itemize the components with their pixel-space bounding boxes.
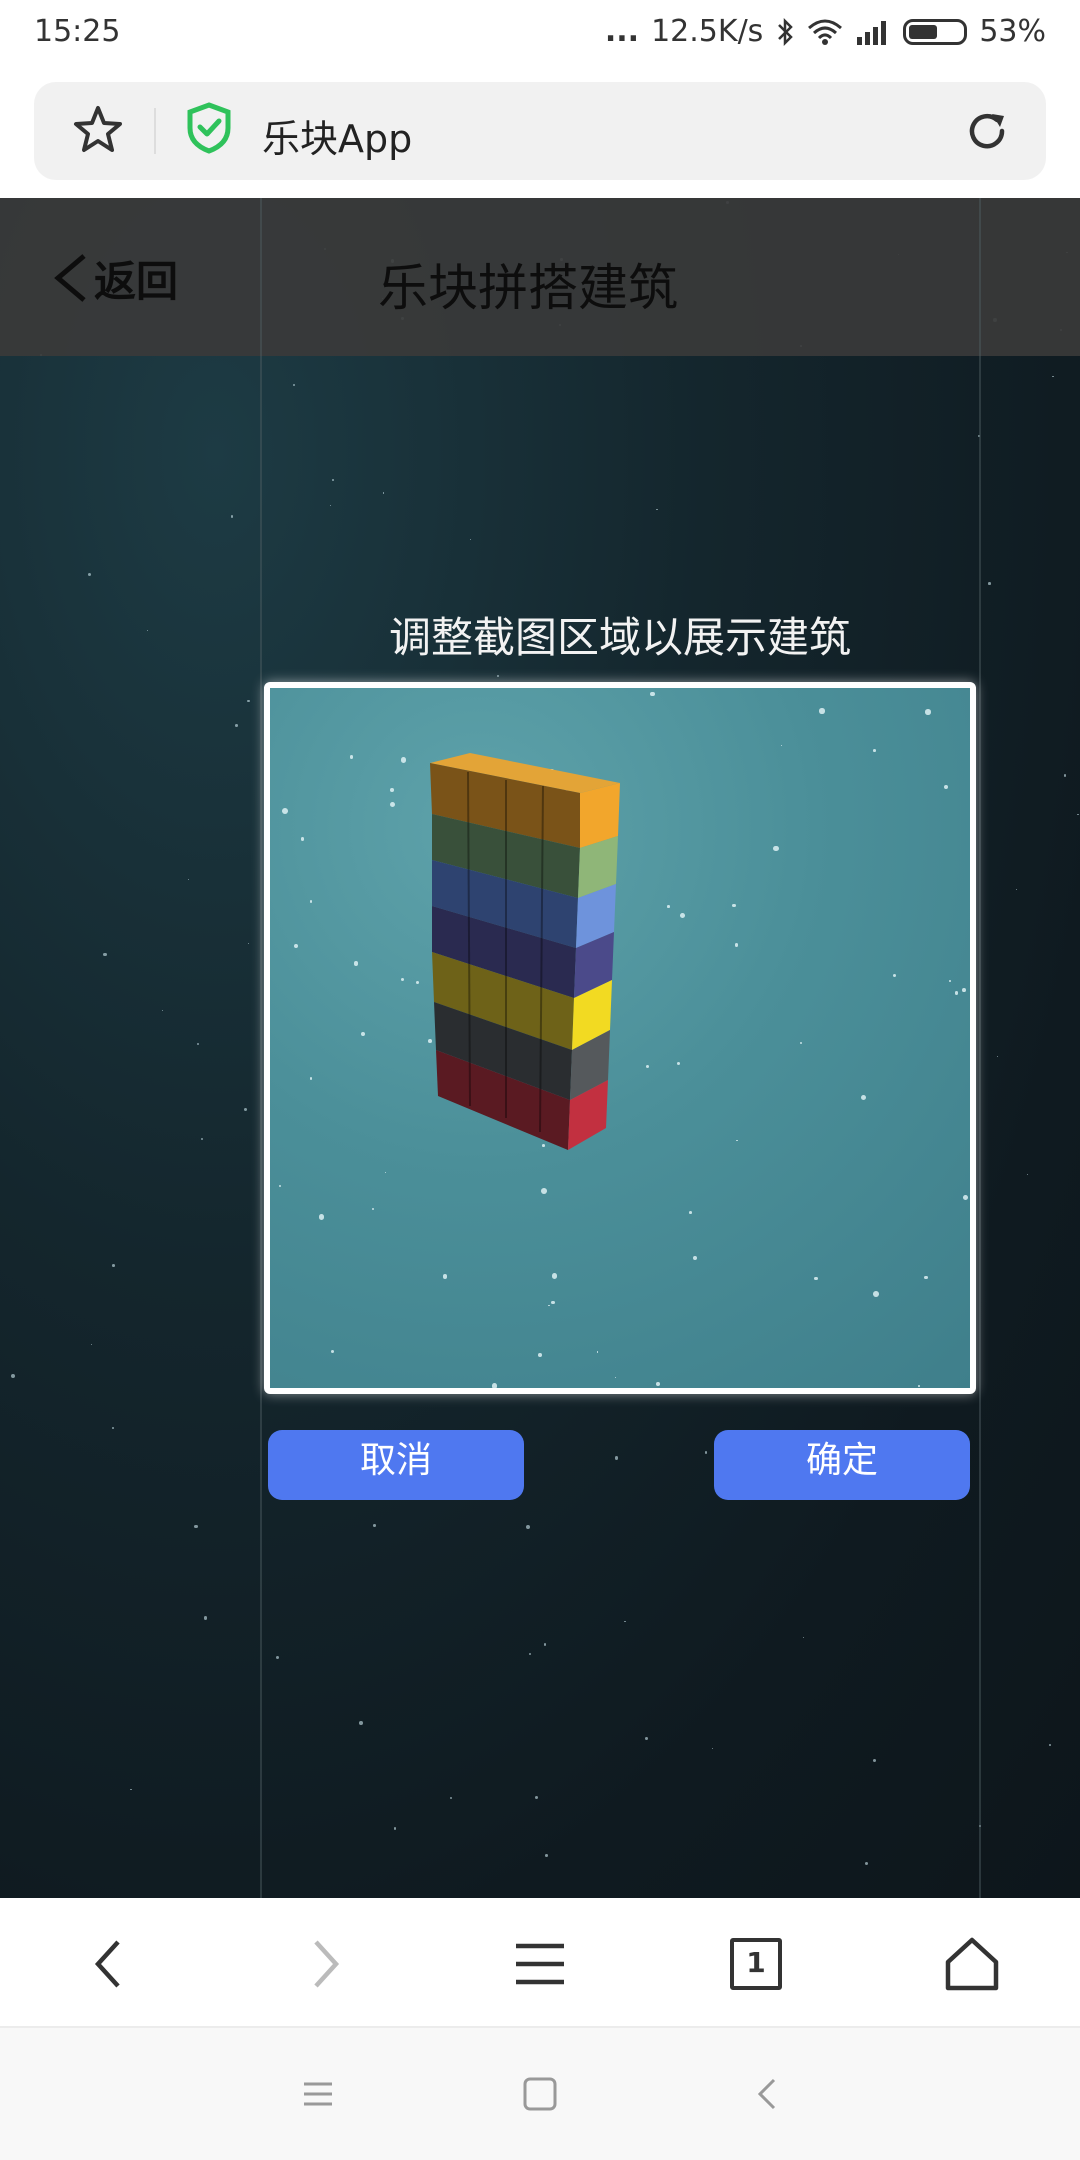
address-divider (154, 108, 156, 154)
star-dot (247, 699, 250, 702)
star-dot (112, 1263, 116, 1267)
back-icon[interactable] (80, 1934, 140, 1994)
star-dot (162, 1010, 164, 1012)
more-dots: ... (604, 14, 640, 49)
crop-guide-right (979, 198, 981, 1898)
network-speed: 12.5K/s (651, 14, 764, 49)
star-dot (194, 1524, 198, 1529)
star-dot (332, 478, 334, 481)
star-dot (393, 1827, 397, 1830)
webview: 返回 乐块拼搭建筑 调整截图区域以展示建筑 取消 确定 (0, 198, 1080, 1898)
star-dot (11, 1373, 16, 1378)
status-time: 15:25 (34, 14, 121, 49)
confirm-button[interactable]: 确定 (714, 1430, 970, 1500)
star-dot (543, 1643, 546, 1646)
star-dot (544, 1853, 548, 1857)
menu-icon[interactable] (510, 1934, 570, 1994)
browser-toolbar: 乐块App (0, 68, 1080, 198)
star-dot (529, 1653, 532, 1656)
star-dot (705, 1451, 708, 1454)
star-dot (235, 723, 239, 727)
status-bar: 15:25 ... 12.5K/s 53% (0, 0, 1080, 68)
star-dot (1077, 813, 1079, 815)
star-dot (996, 1056, 998, 1058)
cancel-button[interactable]: 取消 (268, 1430, 524, 1500)
star-dot (469, 539, 471, 541)
star-dot (1063, 774, 1067, 777)
star-dot (187, 878, 190, 880)
star-dot (526, 1525, 530, 1530)
battery-icon (903, 18, 968, 45)
bluetooth-icon (778, 17, 794, 46)
browser-bottom-nav: 1 (0, 1898, 1080, 2028)
system-back-icon[interactable] (746, 2072, 790, 2116)
back-label: 返回 (94, 256, 179, 306)
instruction-text: 调整截图区域以展示建筑 (388, 613, 851, 662)
signal-icon (857, 20, 887, 45)
star-dot (1049, 1744, 1052, 1746)
tabs-icon[interactable]: 1 (726, 1934, 786, 1994)
star-dot (203, 1616, 208, 1620)
home-square-icon[interactable] (518, 2072, 562, 2116)
star-dot (247, 943, 249, 945)
star-dot (292, 383, 295, 386)
star-dot (614, 1456, 619, 1460)
star-dot (450, 1796, 453, 1799)
star-dot (1052, 375, 1054, 378)
star-dot (802, 1636, 804, 1638)
site-title: 乐块App (262, 117, 413, 161)
tab-count: 1 (730, 1938, 782, 1990)
block-building (430, 753, 620, 1150)
crop-guide-left (260, 198, 262, 1898)
star-dot (197, 1042, 200, 1046)
address-bar[interactable]: 乐块App (34, 82, 1046, 180)
star-dot (496, 675, 499, 678)
star-dot (111, 1426, 114, 1429)
star-dot (711, 1747, 713, 1750)
home-icon[interactable] (942, 1934, 1002, 1994)
wifi-icon (808, 19, 843, 45)
page-title: 乐块拼搭建筑 (378, 259, 678, 317)
app-header: 返回 乐块拼搭建筑 (0, 198, 1080, 356)
reload-icon[interactable] (962, 106, 1012, 156)
back-button[interactable]: 返回 (50, 248, 178, 308)
crop-region[interactable] (264, 682, 976, 1394)
chevron-left-icon (54, 254, 86, 302)
star-icon[interactable] (72, 104, 124, 156)
star-dot (275, 1656, 279, 1660)
star-dot (88, 572, 92, 576)
star-dot (231, 515, 234, 518)
star-dot (147, 629, 149, 631)
status-indicators: ... 12.5K/s 53% (605, 14, 1046, 49)
star-dot (1026, 1173, 1029, 1176)
system-nav-bar (0, 2028, 1080, 2160)
recents-icon[interactable] (296, 2072, 340, 2116)
star-dot (624, 1620, 626, 1623)
star-dot (330, 504, 332, 506)
star-dot (103, 952, 107, 957)
star-dot (644, 1736, 648, 1740)
star-dot (130, 1788, 132, 1791)
forward-icon[interactable] (294, 1934, 354, 1994)
star-dot (656, 508, 658, 511)
star-dot (90, 1343, 93, 1346)
star-dot (373, 1524, 376, 1528)
star-dot (200, 1138, 204, 1141)
star-dot (383, 492, 385, 494)
star-dot (987, 582, 991, 585)
star-dot (358, 1721, 363, 1725)
battery-percent: 53% (979, 14, 1046, 49)
star-dot (534, 1795, 539, 1800)
star-dot (244, 1108, 248, 1112)
shield-icon (187, 102, 231, 154)
star-dot (873, 1759, 877, 1763)
star-dot (1015, 888, 1017, 890)
star-dot (865, 1862, 869, 1866)
